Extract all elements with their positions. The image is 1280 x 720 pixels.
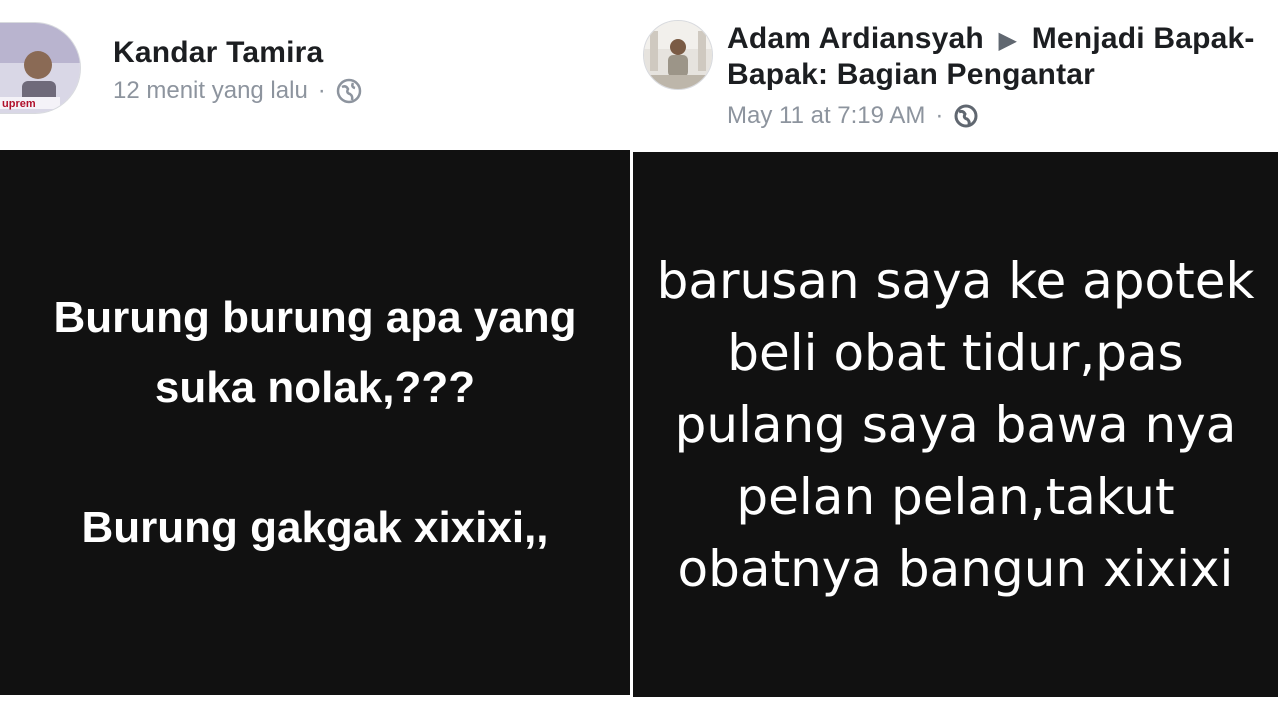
meta-separator: · [935,102,944,129]
avatar-photo-icon: uprem [0,23,80,113]
avatar[interactable] [643,20,713,90]
author-name[interactable]: Kandar Tamira [113,36,323,70]
arrow-right-icon: ▶ [998,27,1018,54]
avatar-photo-icon [644,21,712,89]
card-line: Burung burung apa yang suka nolak,??? [53,292,577,412]
card-line: barusan saya ke apotek [656,251,1255,310]
text-post-card: Burung burung apa yang suka nolak,??? Bu… [0,150,630,695]
svg-text:uprem: uprem [2,98,36,110]
author-name[interactable]: Adam Ardiansyah [727,22,984,55]
timestamp[interactable]: 12 menit yang lalu [113,77,308,105]
post-attribution: Adam Ardiansyah ▶ Menjadi Bapak-Bapak: B… [727,22,1267,92]
card-line: pulang saya bawa nya [674,395,1237,454]
post-header: uprem Kandar Tamira 12 menit yang lalu · [0,0,630,150]
card-paragraph-gap [15,423,615,493]
card-text: barusan saya ke apotek beli obat tidur,p… [641,245,1271,605]
card-text: Burung burung apa yang suka nolak,??? Bu… [15,283,615,563]
post-meta: May 11 at 7:19 AM · [727,102,979,130]
post-header: Adam Ardiansyah ▶ Menjadi Bapak-Bapak: B… [633,0,1280,150]
card-line: obatnya bangun xixixi [677,539,1234,598]
post-kandar-tamira: uprem Kandar Tamira 12 menit yang lalu ·… [0,0,630,720]
meta-separator: · [317,77,326,104]
globe-icon [953,103,979,129]
avatar[interactable]: uprem [0,22,81,114]
card-line: Burung gakgak xixixi,, [81,502,549,552]
timestamp[interactable]: May 11 at 7:19 AM [727,102,925,130]
globe-icon [336,78,362,104]
post-meta: 12 menit yang lalu · [113,77,362,105]
screenshot-canvas: uprem Kandar Tamira 12 menit yang lalu ·… [0,0,1280,720]
post-adam-ardiansyah: Adam Ardiansyah ▶ Menjadi Bapak-Bapak: B… [633,0,1280,720]
card-line: pelan pelan,takut [736,467,1175,526]
text-post-card: barusan saya ke apotek beli obat tidur,p… [633,152,1278,697]
card-line: beli obat tidur,pas [727,323,1184,382]
